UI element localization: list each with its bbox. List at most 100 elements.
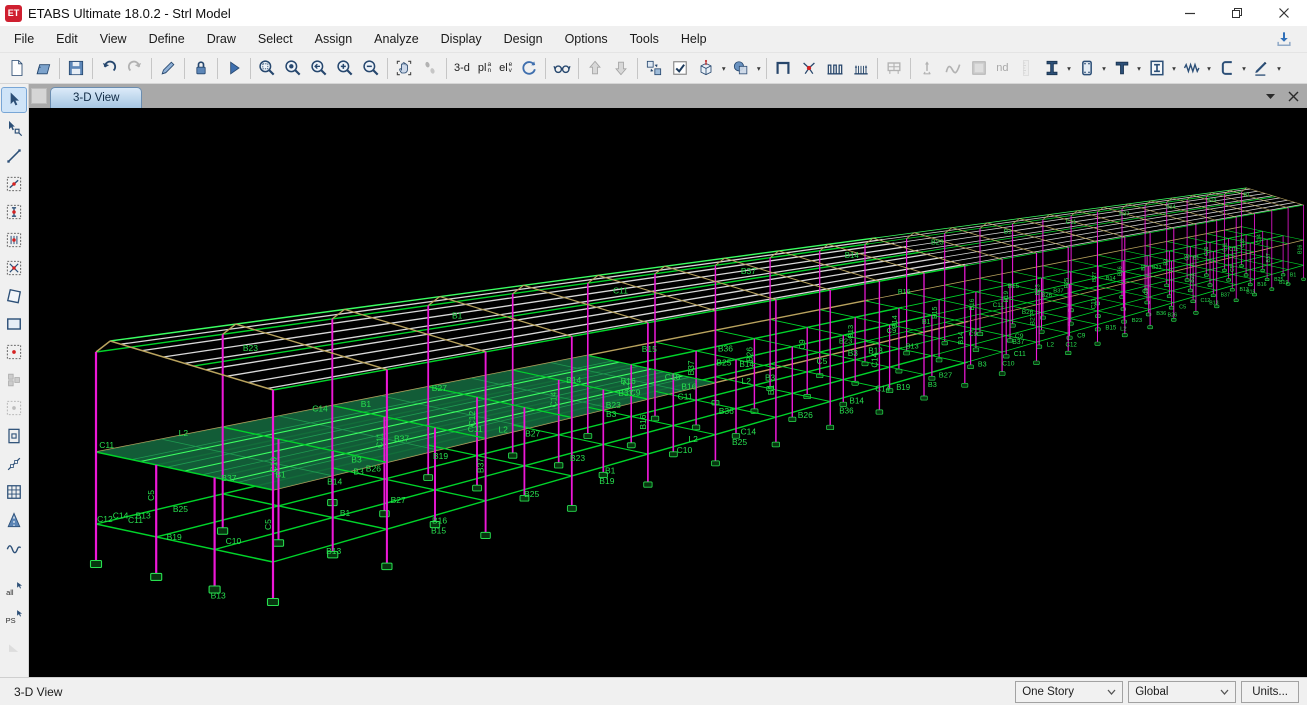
draw-wall-tool[interactable] [2, 368, 26, 392]
deck-properties-button[interactable] [848, 55, 874, 81]
shape-display-dropdown-arrow[interactable]: ▾ [754, 64, 763, 73]
menu-item-analyze[interactable]: Analyze [363, 28, 429, 50]
quick-draw-column-tool[interactable] [2, 200, 26, 224]
close-button[interactable] [1260, 0, 1307, 26]
zoom-in-button[interactable] [332, 55, 358, 81]
menu-item-design[interactable]: Design [493, 28, 554, 50]
move-down-button[interactable] [608, 55, 634, 81]
detailing-button[interactable] [1249, 55, 1275, 81]
draw-link-tool[interactable] [2, 452, 26, 476]
shape-display-button[interactable] [728, 55, 754, 81]
menu-item-assign[interactable]: Assign [304, 28, 364, 50]
detailing-dropdown-arrow[interactable]: ▾ [1275, 64, 1284, 73]
select-previous-tool[interactable]: PS [2, 606, 26, 630]
more-select-tool[interactable] [2, 634, 26, 658]
svg-text:B23: B23 [606, 400, 621, 410]
cold-formed-design-button[interactable] [1214, 55, 1240, 81]
shaded-display-button[interactable] [966, 55, 992, 81]
steel-frame-design-dropdown-arrow[interactable]: ▾ [1065, 64, 1074, 73]
object-view-options-dropdown-arrow[interactable]: ▾ [719, 64, 728, 73]
svg-text:C9: C9 [1015, 333, 1024, 340]
view-3d-button[interactable]: 3-d [450, 55, 474, 81]
story-selector[interactable]: One Story [1015, 681, 1123, 703]
tab-list-dropdown-icon[interactable] [1265, 92, 1276, 100]
draw-ramp-tool[interactable] [2, 508, 26, 532]
moment-display-button[interactable] [940, 55, 966, 81]
view-plan-button[interactable]: plan [474, 55, 495, 81]
open-model-button[interactable] [30, 55, 56, 81]
walkthrough-button[interactable] [417, 55, 443, 81]
assign-joint-button[interactable] [796, 55, 822, 81]
menu-item-options[interactable]: Options [554, 28, 619, 50]
units-button[interactable]: Units... [1241, 681, 1299, 703]
section-cut-button[interactable] [822, 55, 848, 81]
restore-button[interactable] [1213, 0, 1260, 26]
perspective-toggle-button[interactable] [549, 55, 575, 81]
cold-formed-design-dropdown-arrow[interactable]: ▾ [1240, 64, 1249, 73]
plumb-tool-button[interactable] [914, 55, 940, 81]
object-view-options-button[interactable] [693, 55, 719, 81]
joint-design-button[interactable] [1179, 55, 1205, 81]
viewport-3d[interactable]: B13B14B23B16B19B1B25B27B1B1B3C11C10C11C1… [29, 108, 1307, 677]
draw-rectangular-floor-tool[interactable] [2, 312, 26, 336]
draw-grid-tool[interactable] [2, 480, 26, 504]
ruler-display-button[interactable] [1013, 55, 1039, 81]
shrink-objects-button[interactable] [641, 55, 667, 81]
joint-design-dropdown-arrow[interactable]: ▾ [1205, 64, 1214, 73]
steel-connection-design-button[interactable] [1144, 55, 1170, 81]
menu-item-view[interactable]: View [89, 28, 138, 50]
redo-button[interactable] [122, 55, 148, 81]
steel-connection-design-dropdown-arrow[interactable]: ▾ [1170, 64, 1179, 73]
nd-display-button[interactable]: nd [992, 55, 1012, 81]
zoom-out-button[interactable] [358, 55, 384, 81]
menu-item-tools[interactable]: Tools [619, 28, 670, 50]
display-options-button[interactable] [667, 55, 693, 81]
tab-3d-view[interactable]: 3-D View [50, 87, 142, 108]
move-up-button[interactable] [582, 55, 608, 81]
view-elevation-button[interactable]: elev [495, 55, 516, 81]
minimize-button[interactable] [1166, 0, 1213, 26]
toolbar-separator [766, 58, 767, 79]
quick-draw-secondary-beams-tool[interactable] [2, 228, 26, 252]
concrete-frame-design-dropdown-arrow[interactable]: ▾ [1100, 64, 1109, 73]
menu-item-display[interactable]: Display [430, 28, 493, 50]
rubber-band-zoom-button[interactable] [254, 55, 280, 81]
steel-frame-design-button[interactable] [1039, 55, 1065, 81]
coord-system-selector[interactable]: Global [1128, 681, 1236, 703]
pan-button[interactable] [391, 55, 417, 81]
show-tables-button[interactable] [881, 55, 907, 81]
quick-draw-braces-tool[interactable] [2, 256, 26, 280]
menu-item-edit[interactable]: Edit [45, 28, 89, 50]
menu-item-draw[interactable]: Draw [196, 28, 247, 50]
isec-icon [1042, 58, 1062, 78]
lock-model-button[interactable] [188, 55, 214, 81]
frame-properties-button[interactable] [770, 55, 796, 81]
select-pointer-tool[interactable] [2, 88, 26, 112]
menu-item-file[interactable]: File [3, 28, 45, 50]
menu-item-select[interactable]: Select [247, 28, 304, 50]
draw-frame-tool[interactable] [2, 144, 26, 168]
run-analysis-button[interactable] [221, 55, 247, 81]
reshape-object-tool[interactable] [2, 116, 26, 140]
composite-beam-design-button[interactable] [1109, 55, 1135, 81]
restore-full-view-button[interactable] [280, 55, 306, 81]
select-all-tool[interactable]: all [2, 578, 26, 602]
concrete-frame-design-button[interactable] [1074, 55, 1100, 81]
save-model-button[interactable] [63, 55, 89, 81]
composite-beam-design-dropdown-arrow[interactable]: ▾ [1135, 64, 1144, 73]
quick-draw-wall-tool[interactable] [2, 396, 26, 420]
menu-item-help[interactable]: Help [670, 28, 718, 50]
quick-draw-floor-tool[interactable] [2, 340, 26, 364]
model-download-icon[interactable] [1274, 29, 1304, 49]
draw-floor-tool[interactable] [2, 284, 26, 308]
menu-item-define[interactable]: Define [138, 28, 196, 50]
draw-opening-tool[interactable] [2, 424, 26, 448]
rotate-3d-view-button[interactable] [516, 55, 542, 81]
previous-zoom-button[interactable] [306, 55, 332, 81]
tab-close-icon[interactable] [1288, 91, 1299, 102]
new-model-button[interactable] [4, 55, 30, 81]
quick-draw-frame-tool[interactable] [2, 172, 26, 196]
undo-button[interactable] [96, 55, 122, 81]
edit-tool-button[interactable] [155, 55, 181, 81]
draw-spline-tool[interactable] [2, 536, 26, 560]
